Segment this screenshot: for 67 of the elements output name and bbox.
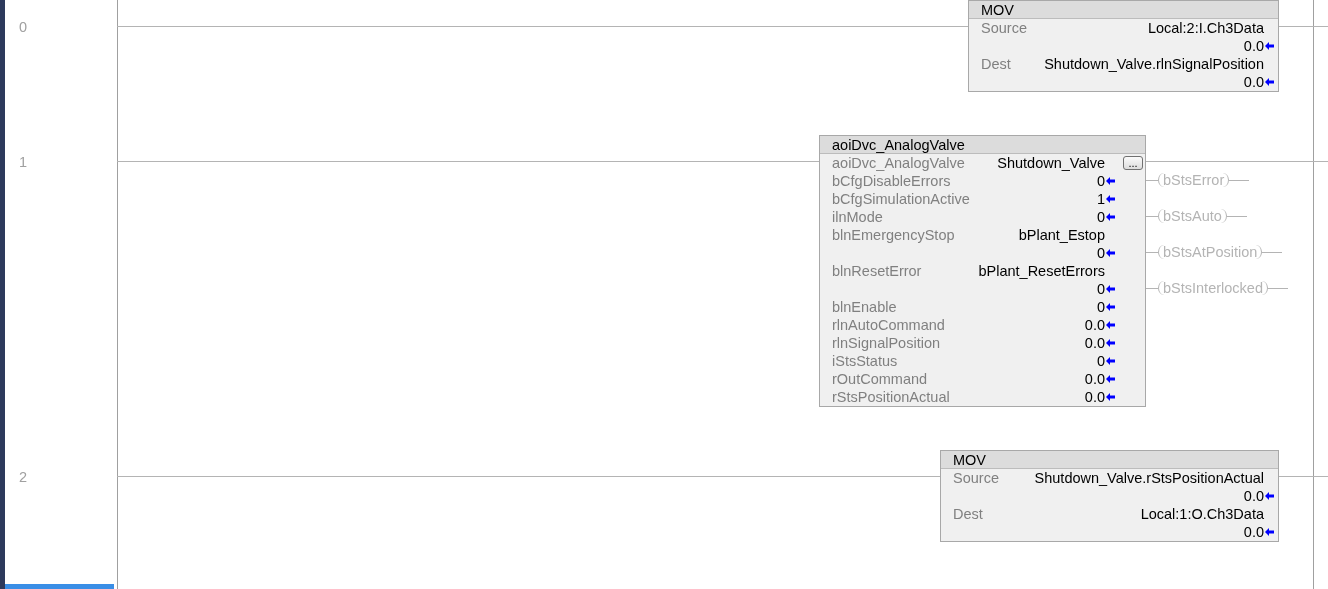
tag-name: Shutdown_Valve [997, 154, 1105, 172]
parameter-label: Source [953, 469, 1000, 487]
left-arrow-icon [1265, 78, 1274, 86]
left-arrow-icon [1106, 321, 1115, 329]
instruction-name: MOV [941, 451, 1278, 469]
move-instruction-block[interactable]: MOV Source Local:2:I.Ch3Data 0.0 Dest Shutdown_Valve.rlnSignalPosition 0.0 [968, 0, 1279, 92]
left-arrow-icon [1106, 177, 1115, 185]
output-coil: bStsError [1158, 173, 1230, 187]
browse-button[interactable]: ... [1123, 156, 1143, 170]
left-arrow-icon [1106, 303, 1115, 311]
rung-number: 0 [19, 18, 28, 36]
left-arrow-icon [1106, 213, 1115, 221]
parameter-value: 0.0 [1084, 370, 1105, 388]
left-arrow-icon [1265, 528, 1274, 536]
parameter-value: 0 [1096, 208, 1105, 226]
left-arrow-icon [1106, 195, 1115, 203]
parameter-label: blnEnable [832, 298, 898, 316]
parameter-label: rOutCommand [832, 370, 929, 388]
left-arrow-icon [1106, 285, 1115, 293]
rung-number: 1 [19, 153, 28, 171]
instruction-name: aoiDvc_AnalogValve [820, 136, 1145, 154]
left-arrow-icon [1106, 393, 1115, 401]
left-arrow-icon [1265, 492, 1274, 500]
tag-name: bPlant_Estop [1018, 226, 1105, 244]
parameter-value: 0.0 [1084, 316, 1105, 334]
tag-name: Shutdown_Valve.rStsPositionActual [1034, 469, 1264, 487]
move-instruction-block[interactable]: MOV Source Shutdown_Valve.rStsPositionActual 0.0 Dest Local:1:O.Ch3Data 0.0 [940, 450, 1279, 542]
parameter-label: Source [981, 19, 1028, 37]
rung-number: 2 [19, 468, 28, 486]
add-on-instruction-block[interactable] [819, 135, 1146, 407]
parameter-label: blnResetError [832, 262, 923, 280]
output-coil: bStsAuto [1158, 209, 1227, 223]
parameter-label: rlnSignalPosition [832, 334, 941, 352]
left-arrow-icon [1106, 375, 1115, 383]
parameter-value: 0.0 [1243, 73, 1264, 91]
output-coil: bStsAtPosition [1158, 245, 1263, 259]
parameter-label: blnEmergencyStop [832, 226, 956, 244]
left-arrow-icon [1106, 357, 1115, 365]
parameter-value: 0.0 [1243, 37, 1264, 55]
parameter-value: 0.0 [1084, 334, 1105, 352]
parameter-value: 0.0 [1084, 388, 1105, 406]
parameter-value: 0.0 [1243, 487, 1264, 505]
parameter-value: 0 [1096, 172, 1105, 190]
parameter-value: 0 [1096, 352, 1105, 370]
parameter-label: ilnMode [832, 208, 884, 226]
parameter-value: 0 [1096, 298, 1105, 316]
tag-name: Local:1:O.Ch3Data [1140, 505, 1264, 523]
parameter-label: bCfgSimulationActive [832, 190, 971, 208]
parameter-label: rStsPositionActual [832, 388, 951, 406]
parameter-value: 0 [1096, 280, 1105, 298]
parameter-value: 0 [1096, 244, 1105, 262]
parameter-value: 1 [1096, 190, 1105, 208]
tag-name: bPlant_ResetErrors [978, 262, 1105, 280]
parameter-value: 0.0 [1243, 523, 1264, 541]
instruction-name: MOV [969, 1, 1278, 19]
tag-name: Shutdown_Valve.rlnSignalPosition [1044, 55, 1264, 73]
parameter-label: bCfgDisableErrors [832, 172, 952, 190]
tag-name: Local:2:I.Ch3Data [1147, 19, 1264, 37]
left-arrow-icon [1106, 249, 1115, 257]
left-arrow-icon [1265, 42, 1274, 50]
output-coil: bStsInterlocked [1158, 281, 1268, 295]
parameter-label: aoiDvc_AnalogValve [832, 154, 966, 172]
parameter-label: Dest [981, 55, 1012, 73]
left-arrow-icon [1106, 339, 1115, 347]
parameter-label: iStsStatus [832, 352, 899, 370]
parameter-label: rlnAutoCommand [832, 316, 946, 334]
parameter-label: Dest [953, 505, 984, 523]
